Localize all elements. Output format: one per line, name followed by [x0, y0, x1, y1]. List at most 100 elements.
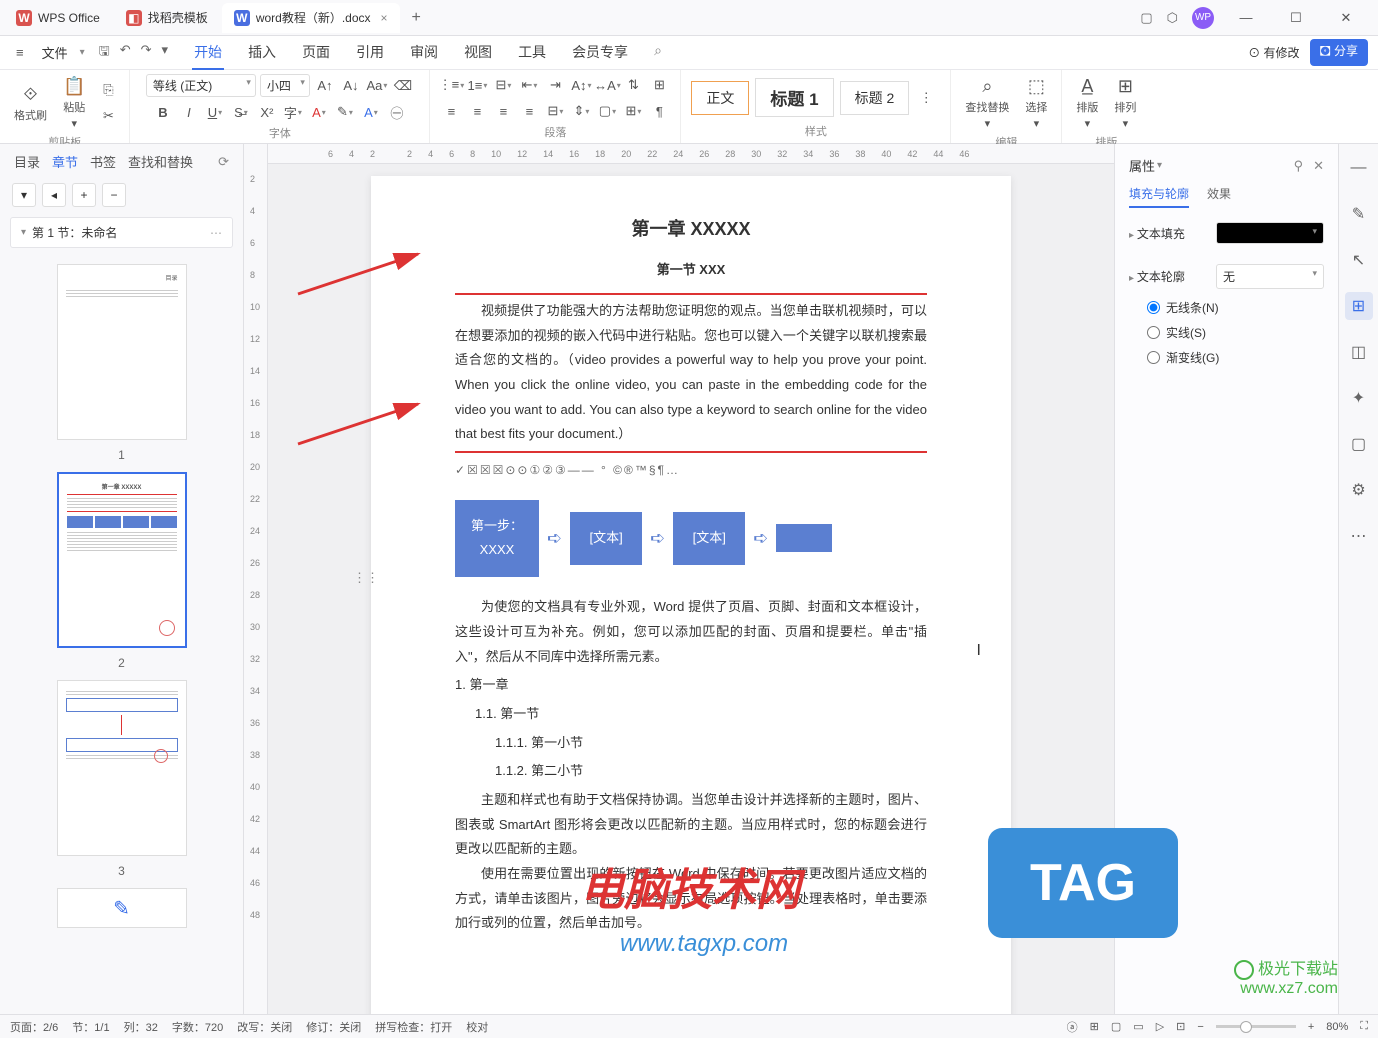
view-a-icon[interactable]: ⓐ — [1067, 1019, 1078, 1035]
copy-icon[interactable]: ⎘ — [97, 79, 119, 101]
multilevel-icon[interactable]: ⊟ — [492, 74, 514, 96]
app-tab-wps[interactable]: W WPS Office — [4, 3, 112, 33]
file-menu[interactable]: 文件 — [34, 39, 76, 66]
radio-no-line[interactable]: 无线条(N) — [1147, 299, 1324, 316]
line-spacing-icon[interactable]: ⇕ — [570, 100, 592, 122]
save-icon[interactable]: 🖫 — [99, 42, 110, 64]
chevron-down-icon[interactable]: ▾ — [80, 47, 85, 58]
share-button[interactable]: 🖸 分享 — [1310, 39, 1368, 66]
document-page[interactable]: 第一章 XXXXX 第一节 XXX 视频提供了功能强大的方法帮助您证明您的观点。… — [371, 176, 1011, 1014]
nav-tab-chapter[interactable]: 章节 — [52, 152, 78, 171]
status-revise[interactable]: 改写：关闭 — [237, 1019, 292, 1035]
outline-select[interactable]: 无 — [1216, 264, 1324, 289]
app-tab-template[interactable]: ◧ 找稻壳模板 — [114, 3, 220, 33]
indent-left-icon[interactable]: ⇤ — [518, 74, 540, 96]
sparkle-icon[interactable]: ✦ — [1345, 384, 1373, 412]
tab-settings-icon[interactable]: ⊞ — [648, 74, 670, 96]
more-icon[interactable]: ⋯ — [1345, 522, 1373, 550]
status-proof[interactable]: 校对 — [466, 1019, 488, 1035]
tab-page[interactable]: 页面 — [300, 36, 332, 70]
align-left-icon[interactable]: ≡ — [440, 100, 462, 122]
align-right-icon[interactable]: ≡ — [492, 100, 514, 122]
view-read-icon[interactable]: ▭ — [1133, 1020, 1143, 1033]
arrange-button[interactable]: ⊞排列▾ — [1110, 74, 1140, 132]
underline-icon[interactable]: U — [204, 101, 226, 123]
status-track[interactable]: 修订：关闭 — [306, 1019, 361, 1035]
zoom-out-button[interactable]: − — [1197, 1021, 1203, 1033]
zoom-in-button[interactable]: + — [1308, 1021, 1314, 1033]
style-heading2[interactable]: 标题 2 — [840, 81, 910, 115]
pin-icon[interactable]: ⚲ — [1294, 158, 1304, 174]
redo-icon[interactable]: ↷ — [141, 42, 152, 64]
show-marks-icon[interactable]: ¶ — [648, 100, 670, 122]
page-thumb-2[interactable]: 第一章 XXXXX — [57, 472, 187, 648]
add-tab-button[interactable]: + — [402, 9, 431, 27]
format-painter-button[interactable]: ⟐格式刷 — [10, 82, 51, 125]
page-thumb-1[interactable]: 目录 — [57, 264, 187, 440]
nav-prev-button[interactable]: ◂ — [42, 183, 66, 207]
nav-add-button[interactable]: + — [72, 183, 96, 207]
strike-icon[interactable]: S̶ — [230, 101, 252, 123]
char-scale-icon[interactable]: ↔A — [596, 74, 618, 96]
align-center-icon[interactable]: ≡ — [466, 100, 488, 122]
app-tab-document[interactable]: W word教程（新）.docx × — [222, 3, 400, 33]
status-page[interactable]: 页面：2/6 — [10, 1019, 58, 1035]
status-section[interactable]: 节：1/1 — [72, 1019, 109, 1035]
nav-tab-bookmark[interactable]: 书签 — [90, 152, 116, 171]
modified-indicator[interactable]: ⊙ 有修改 — [1248, 44, 1299, 61]
font-name-combo[interactable]: 等线 (正文) — [146, 74, 256, 97]
align-justify-icon[interactable]: ≡ — [518, 100, 540, 122]
view-web-icon[interactable]: ⊡ — [1176, 1020, 1185, 1033]
find-replace-button[interactable]: ⌕查找替换▾ — [961, 74, 1013, 132]
hamburger-icon[interactable]: ≡ — [10, 41, 30, 64]
document-scroll[interactable]: 6422468101214161820222426283032343638404… — [268, 144, 1114, 1014]
shading-icon[interactable]: ▢ — [596, 100, 618, 122]
styles-more-icon[interactable]: ⋮ — [915, 87, 937, 109]
tab-insert[interactable]: 插入 — [246, 36, 278, 70]
radio-solid-line[interactable]: 实线(S) — [1147, 324, 1324, 341]
pencil-icon[interactable]: ✎ — [1345, 200, 1373, 228]
tools-icon[interactable]: ⚙ — [1345, 476, 1373, 504]
indent-right-icon[interactable]: ⇥ — [544, 74, 566, 96]
tab-view[interactable]: 视图 — [462, 36, 494, 70]
page-thumb-4[interactable]: ✎ — [57, 888, 187, 928]
refresh-icon[interactable]: ⟳ — [218, 154, 229, 170]
change-case-icon[interactable]: Aa — [366, 75, 388, 97]
search-icon[interactable]: ⌕ — [652, 36, 664, 70]
sort-icon[interactable]: ⇅ — [622, 74, 644, 96]
rp-tab-fill[interactable]: 填充与轮廓 — [1129, 185, 1189, 208]
rp-tab-effect[interactable]: 效果 — [1207, 185, 1231, 208]
phonetic-icon[interactable]: 字 — [282, 101, 304, 123]
enclose-icon[interactable]: ㊀ — [386, 101, 408, 123]
tab-tools[interactable]: 工具 — [516, 36, 548, 70]
nav-remove-button[interactable]: − — [102, 183, 126, 207]
italic-icon[interactable]: I — [178, 101, 200, 123]
tab-home[interactable]: 开始 — [192, 36, 224, 70]
section-item[interactable]: 第 1 节：未命名 — [10, 217, 233, 248]
select-button[interactable]: ⬚选择▾ — [1021, 74, 1051, 132]
thumbnail-strip[interactable]: 目录 1 第一章 XXXXX 2 3 — [0, 254, 243, 1014]
bold-icon[interactable]: B — [152, 101, 174, 123]
status-column[interactable]: 列：32 — [124, 1019, 158, 1035]
distribute-icon[interactable]: ⊟ — [544, 100, 566, 122]
font-size-combo[interactable]: 小四 — [260, 74, 310, 97]
tab-member[interactable]: 会员专享 — [570, 36, 630, 70]
undo-icon[interactable]: ↶ — [120, 42, 131, 64]
collapse-icon[interactable]: — — [1345, 154, 1373, 182]
close-icon[interactable]: × — [381, 11, 388, 25]
borders-icon[interactable]: ⊞ — [622, 100, 644, 122]
view-grid-icon[interactable]: ⊞ — [1090, 1020, 1099, 1033]
book-icon[interactable]: ▢ — [1345, 430, 1373, 458]
vertical-ruler[interactable]: 2468101214161820222426283032343638404244… — [244, 144, 268, 1014]
drag-handle-icon[interactable]: ⋮⋮ — [353, 566, 379, 591]
nav-tab-find[interactable]: 查找和替换 — [128, 152, 193, 171]
zoom-value[interactable]: 80% — [1326, 1021, 1348, 1033]
maximize-button[interactable]: ☐ — [1278, 4, 1314, 32]
close-button[interactable]: ✕ — [1328, 4, 1364, 32]
qat-dropdown-icon[interactable]: ▾ — [162, 42, 169, 64]
close-icon[interactable]: ✕ — [1313, 158, 1324, 174]
cursor-icon[interactable]: ↖ — [1345, 246, 1373, 274]
grow-font-icon[interactable]: A↑ — [314, 75, 336, 97]
text-direction-icon[interactable]: A↕ — [570, 74, 592, 96]
bullets-icon[interactable]: ⋮≡ — [440, 74, 462, 96]
